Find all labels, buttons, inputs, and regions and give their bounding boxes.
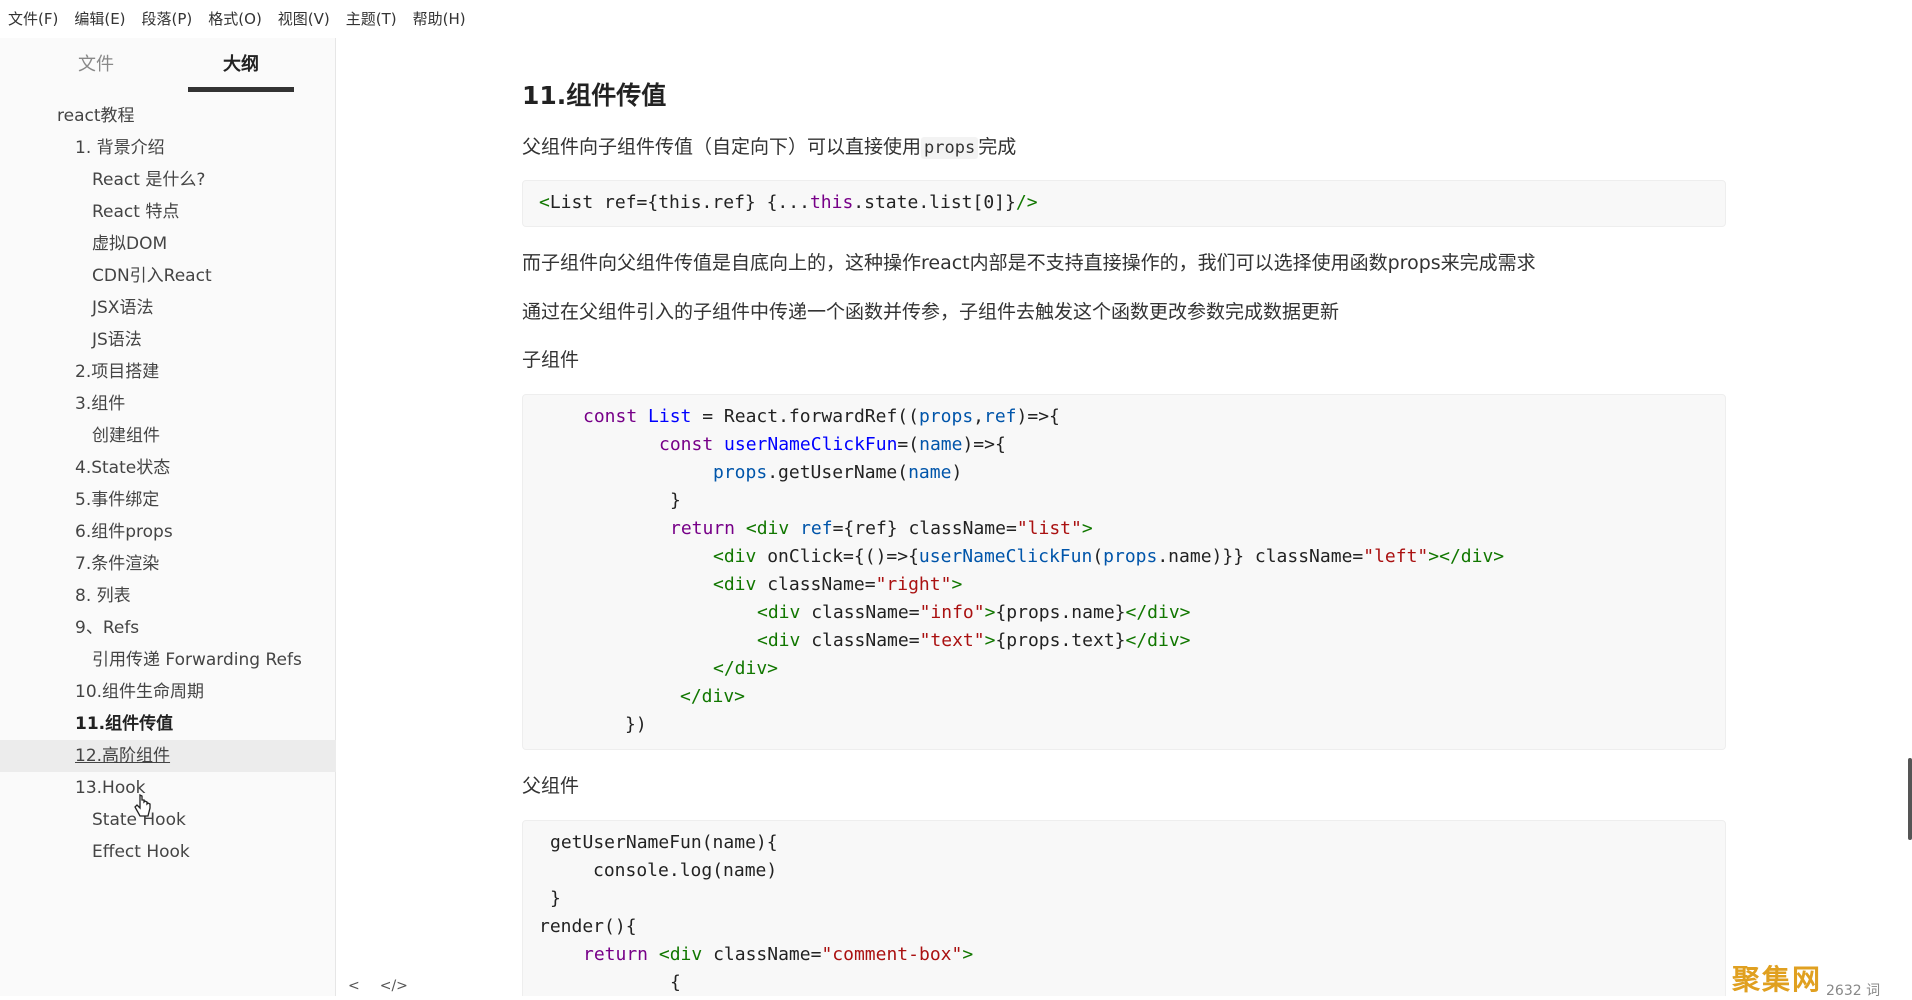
outline-item-label: 8. 列表 <box>75 586 131 606</box>
paragraph-1-text: 父组件向子组件传值（自定向下）可以直接使用 <box>522 136 922 158</box>
code-block-2[interactable]: const List = React.forwardRef((props,ref… <box>522 394 1726 750</box>
menu-item[interactable]: 文件(F) <box>0 0 66 38</box>
outline-item-label: 5.事件绑定 <box>75 490 160 510</box>
outline-item[interactable]: 创建组件 <box>0 420 336 452</box>
outline-item-label: 11.组件传值 <box>75 714 174 734</box>
outline-item[interactable]: 12.高阶组件 <box>0 740 336 772</box>
code-block-3[interactable]: getUserNameFun(name){ console.log(name) … <box>522 820 1726 996</box>
code-line: return <div className="comment-box"> <box>583 944 974 965</box>
outline-item[interactable]: 1. 背景介绍 <box>0 132 336 164</box>
code-line: } <box>670 490 681 511</box>
outline-item[interactable]: 2.项目搭建 <box>0 356 336 388</box>
code-line: const userNameClickFun=(name)=>{ <box>659 434 1006 455</box>
tab-files[interactable]: 文件 <box>68 50 124 90</box>
code-line: <div className="text">{props.text}</div> <box>757 630 1191 651</box>
code-line: <div className="info">{props.name}</div> <box>757 602 1191 623</box>
code-line: props.getUserName(name) <box>713 462 963 483</box>
outline-item[interactable]: State Hook <box>0 804 336 836</box>
outline-item-label: 虚拟DOM <box>92 234 168 254</box>
outline-item[interactable]: Effect Hook <box>0 836 336 868</box>
editor[interactable]: 11.组件传值 父组件向子组件传值（自定向下）可以直接使用 props 完成 <Li… <box>337 38 1912 996</box>
mouse-cursor-icon <box>134 794 151 817</box>
menu-item[interactable]: 编辑(E) <box>66 0 133 38</box>
code-line: </div> <box>680 686 746 707</box>
outline-item-label: React 特点 <box>92 202 180 222</box>
outline-item-label: 引用传递 Forwarding Refs <box>92 650 302 670</box>
menu-item[interactable]: 主题(T) <box>338 0 405 38</box>
outline-item[interactable]: 7.条件渲染 <box>0 548 336 580</box>
code-line: </div> <box>713 658 779 679</box>
code-line: }) <box>625 714 647 735</box>
outline-item[interactable]: 8. 列表 <box>0 580 336 612</box>
outline-item-label: 1. 背景介绍 <box>75 138 165 158</box>
outline-item[interactable]: 9、Refs <box>0 612 336 644</box>
outline-item[interactable]: CDN引入React <box>0 260 336 292</box>
menu-bar: 文件(F) 编辑(E) 段落(P) 格式(O) 视图(V) 主题(T) 帮助(H) <box>0 0 1912 38</box>
outline-item[interactable]: 6.组件props <box>0 516 336 548</box>
outline-item[interactable]: 4.State状态 <box>0 452 336 484</box>
outline-item-label: JS语法 <box>92 330 142 350</box>
outline-list: react教程 1. 背景介绍 React 是什么? React 特点 虚拟DOM CDN… <box>0 100 336 868</box>
code-line: const List = React.forwardRef((props,ref… <box>583 406 1060 427</box>
outline-item-label: 7.条件渲染 <box>75 554 160 574</box>
scrollbar[interactable] <box>1908 758 1912 840</box>
tab-outline[interactable]: 大纲 <box>188 50 294 92</box>
sidebar: 文件 大纲 react教程 1. 背景介绍 React 是什么? React 特点 虚拟… <box>0 38 336 996</box>
word-count[interactable]: 2632 词 <box>1826 980 1880 1000</box>
outline-item-label: Effect Hook <box>92 842 190 862</box>
paragraph-1-text-end: 完成 <box>978 136 1017 158</box>
outline-item[interactable]: 虚拟DOM <box>0 228 336 260</box>
outline-item[interactable]: React 特点 <box>0 196 336 228</box>
code-line: console.log(name) <box>593 860 778 881</box>
menu-item[interactable]: 格式(O) <box>200 0 270 38</box>
label-child-component: 子组件 <box>522 349 580 371</box>
code-line: { <box>670 972 681 993</box>
inline-code: props <box>921 137 979 159</box>
watermark-logo: 聚集网 <box>1732 963 1823 996</box>
outline-item[interactable]: 3.组件 <box>0 388 336 420</box>
code-line: } <box>550 888 561 909</box>
outline-item[interactable]: 11.组件传值 <box>0 708 336 740</box>
section-heading: 11.组件传值 <box>522 81 667 110</box>
code-line: <div onClick={()=>{userNameClickFun(prop… <box>713 546 1505 567</box>
label-parent-component: 父组件 <box>522 775 580 797</box>
outline-item-label: 4.State状态 <box>75 458 171 478</box>
outline-item[interactable]: JSX语法 <box>0 292 336 324</box>
code-line: return <div ref={ref} className="list"> <box>670 518 1093 539</box>
code-line: <List ref={this.ref} {...this.state.list… <box>539 192 1038 213</box>
paragraph-3: 通过在父组件引入的子组件中传递一个函数并传参，子组件去触发这个函数更改参数完成数… <box>522 301 1340 323</box>
outline-item[interactable]: 5.事件绑定 <box>0 484 336 516</box>
outline-item[interactable]: 10.组件生命周期 <box>0 676 336 708</box>
sidebar-tabs: 文件 大纲 <box>0 38 336 92</box>
outline-item-label: 12.高阶组件 <box>75 746 171 766</box>
outline-item[interactable]: 引用传递 Forwarding Refs <box>0 644 336 676</box>
menu-item[interactable]: 视图(V) <box>270 0 338 38</box>
outline-item-label: 9、Refs <box>75 618 140 638</box>
code-line: render(){ <box>539 916 637 937</box>
code-line: getUserNameFun(name){ <box>550 832 778 853</box>
menu-item[interactable]: 帮助(H) <box>405 0 474 38</box>
outline-item[interactable]: 13.Hook <box>0 772 336 804</box>
outline-item-label: React 是什么? <box>92 170 206 190</box>
code-line: <div className="right"> <box>713 574 963 595</box>
outline-item[interactable]: react教程 <box>0 100 336 132</box>
outline-item-label: 创建组件 <box>92 426 160 446</box>
code-block-1[interactable]: <List ref={this.ref} {...this.state.list… <box>522 180 1726 227</box>
outline-item[interactable]: JS语法 <box>0 324 336 356</box>
outline-item-label: 10.组件生命周期 <box>75 682 205 702</box>
outline-item[interactable]: React 是什么? <box>0 164 336 196</box>
outline-item-label: 3.组件 <box>75 394 126 414</box>
paragraph-2: 而子组件向父组件传值是自底向上的，这种操作react内部是不支持直接操作的，我们… <box>522 252 1536 274</box>
paragraph-1: 父组件向子组件传值（自定向下）可以直接使用 props 完成 <box>522 132 1016 159</box>
outline-item-label: react教程 <box>57 106 135 126</box>
outline-item-label: 6.组件props <box>75 522 173 542</box>
outline-item-label: 2.项目搭建 <box>75 362 160 382</box>
menu-item[interactable]: 段落(P) <box>134 0 201 38</box>
outline-item-label: JSX语法 <box>92 298 154 318</box>
outline-item-label: CDN引入React <box>92 266 212 286</box>
